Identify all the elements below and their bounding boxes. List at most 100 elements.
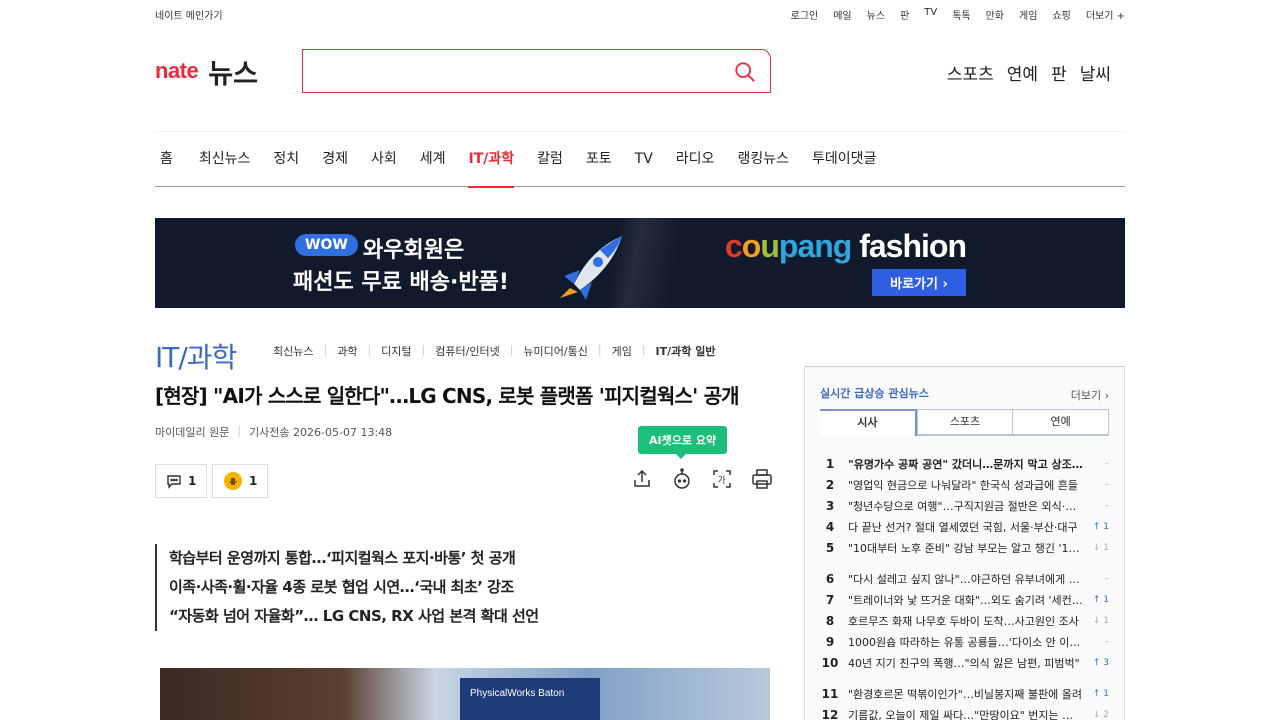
tab-sports[interactable]: 스포츠: [916, 410, 1013, 434]
rank-change-indicator: –: [1104, 573, 1110, 584]
banner-subline: 패션도 무료 배송·반품!: [293, 270, 509, 295]
reaction-count: 1: [249, 474, 258, 488]
nav-it-science[interactable]: IT/과학: [468, 131, 514, 188]
trending-item[interactable]: 11 "환경호르몬 떡볶이인가"…비닐봉지째 불판에 올려 ↑ 1: [820, 683, 1109, 704]
nav-politics[interactable]: 정치: [273, 131, 299, 187]
tab-current-affairs[interactable]: 시사: [820, 409, 917, 436]
nate-main-link[interactable]: 네이트 메인가기: [155, 7, 223, 22]
trending-rank: 7: [825, 592, 835, 607]
text-recognition-icon[interactable]: 가: [711, 468, 733, 490]
trending-headline[interactable]: 1000원숍 따라하는 유통 공룡들…'다이소 안 이긴다': [848, 634, 1083, 650]
article-source[interactable]: 마이데일리 원문: [155, 424, 229, 440]
reaction-button[interactable]: 1: [212, 464, 269, 498]
util-link-news[interactable]: 뉴스: [867, 7, 885, 22]
banner-go-button[interactable]: 바로가기 ›: [872, 269, 966, 296]
nav-world[interactable]: 세계: [420, 131, 446, 187]
header-link-pann[interactable]: 판: [1051, 60, 1067, 85]
comment-button[interactable]: 1: [155, 464, 208, 498]
trending-item[interactable]: 5 "10대부터 노후 준비" 강남 부모는 알고 챙긴 '18세' ↓ 1: [820, 537, 1109, 558]
trending-item[interactable]: 7 "트레이너와 낯 뜨거운 대화"…외도 숨기려 '세컨폰' ↑ 1: [820, 589, 1109, 610]
subnav-it-general[interactable]: IT/과학 일반: [656, 343, 716, 359]
util-link-comics[interactable]: 만화: [986, 7, 1004, 22]
trending-headline[interactable]: 다 끝난 선거? 절대 열세였던 국힘, 서울·부산·대구: [848, 519, 1083, 535]
trending-rank: 12: [821, 707, 839, 720]
rank-change-indicator: –: [1104, 479, 1110, 490]
util-link-login[interactable]: 로그인: [791, 7, 819, 22]
rank-change-indicator: ↑ 1: [1092, 594, 1109, 605]
subnav-newmedia[interactable]: 뉴미디어/통신: [523, 343, 587, 359]
util-link-tv[interactable]: TV: [924, 7, 937, 22]
utility-links: 로그인 메일 뉴스 판 TV 톡톡 만화 게임 쇼핑 더보기 +: [776, 7, 1125, 22]
search-icon[interactable]: [734, 61, 756, 83]
util-link-mail[interactable]: 메일: [833, 7, 851, 22]
trending-item[interactable]: 3 "청년수당으로 여행"…구직지원금 절반은 외식·여가 –: [820, 495, 1109, 516]
article-title: [현장] "AI가 스스로 일한다"…LG CNS, 로봇 플랫폼 '피지컬웍스…: [155, 384, 740, 408]
nav-home[interactable]: 홈: [160, 131, 173, 187]
trending-title: 실시간 급상승 관심뉴스: [820, 387, 929, 400]
trending-tabs: 시사 스포츠 연예: [820, 409, 1109, 436]
util-link-game[interactable]: 게임: [1019, 7, 1037, 22]
header-link-sports[interactable]: 스포츠: [947, 60, 994, 85]
svg-text:가: 가: [718, 475, 726, 486]
nav-column[interactable]: 칼럼: [537, 131, 563, 187]
trending-headline[interactable]: "청년수당으로 여행"…구직지원금 절반은 외식·여가: [848, 498, 1083, 514]
trending-headline[interactable]: 기름값, 오늘이 제일 싸다…"만땅이요" 번지는 사재기: [848, 707, 1083, 720]
section-subnav: 최신뉴스 | 과학 | 디지털 | 컴퓨터/인터넷 | 뉴미디어/통신 | 게임 | IT/…: [273, 343, 716, 359]
trending-item[interactable]: 1 "유명가수 공짜 공연" 갔더니…문까지 막고 상조 홍보 –: [820, 453, 1109, 474]
nate-logo[interactable]: nate: [155, 58, 199, 84]
nav-photo[interactable]: 포토: [586, 131, 612, 187]
nav-tv[interactable]: TV: [635, 131, 653, 187]
trending-headline[interactable]: "트레이너와 낯 뜨거운 대화"…외도 숨기려 '세컨폰': [848, 592, 1083, 608]
trending-item[interactable]: 6 "다시 설레고 싶지 않나"…야근하던 유부녀에게 고백 –: [820, 568, 1109, 589]
ai-summary-tooltip[interactable]: AI챗으로 요약: [638, 426, 728, 459]
rocket-icon: [560, 236, 622, 300]
trending-headline[interactable]: "다시 설레고 싶지 않나"…야근하던 유부녀에게 고백: [848, 571, 1083, 587]
trending-item[interactable]: 9 1000원숍 따라하는 유통 공룡들…'다이소 안 이긴다' –: [820, 631, 1109, 652]
trending-headline[interactable]: 호르무즈 화재 나무호 두바이 도착…사고원인 조사: [848, 613, 1083, 629]
share-icon[interactable]: [631, 468, 653, 490]
nav-ranking[interactable]: 랭킹뉴스: [737, 131, 789, 187]
util-link-toktok[interactable]: 톡톡: [952, 7, 970, 22]
print-icon[interactable]: [751, 468, 773, 490]
trending-item[interactable]: 4 다 끝난 선거? 절대 열세였던 국힘, 서울·부산·대구 ↑ 1: [820, 516, 1109, 537]
subnav-science[interactable]: 과학: [337, 343, 357, 359]
nav-today-comments[interactable]: 투데이댓글: [812, 131, 876, 187]
article-photo[interactable]: PhysicalWorks Baton: [160, 668, 770, 720]
ai-chat-robot-icon[interactable]: [671, 468, 693, 490]
trending-item[interactable]: 10 40년 지기 친구의 폭행…"의식 잃은 남편, 피범벅" ↑ 3: [820, 652, 1109, 673]
trending-item[interactable]: 2 "영업익 현금으로 나눠달라" 한국식 성과급에 흔들 –: [820, 474, 1109, 495]
subnav-digital[interactable]: 디지털: [381, 343, 411, 359]
header-link-entertainment[interactable]: 연예: [1007, 60, 1038, 85]
trending-rank: 6: [825, 571, 835, 586]
trending-headline[interactable]: "유명가수 공짜 공연" 갔더니…문까지 막고 상조 홍보: [848, 456, 1083, 472]
trending-item[interactable]: 12 기름값, 오늘이 제일 싸다…"만땅이요" 번지는 사재기 ↓ 2: [820, 704, 1109, 720]
trending-headline[interactable]: "환경호르몬 떡볶이인가"…비닐봉지째 불판에 올려: [848, 686, 1083, 702]
nav-society[interactable]: 사회: [371, 131, 397, 187]
nav-economy[interactable]: 경제: [322, 131, 348, 187]
rank-change-indicator: ↓ 1: [1092, 542, 1109, 553]
section-header: IT/과학 최신뉴스 | 과학 | 디지털 | 컴퓨터/인터넷 | 뉴미디어/통신 | 게…: [155, 336, 1125, 374]
header-link-weather[interactable]: 날씨: [1080, 60, 1111, 85]
wow-badge: WOW: [295, 234, 358, 256]
tab-entertainment[interactable]: 연예: [1012, 410, 1108, 434]
search-input[interactable]: [303, 50, 723, 92]
trending-rank: 2: [825, 477, 835, 492]
section-title[interactable]: IT/과학: [155, 336, 237, 376]
util-link-more[interactable]: 더보기 +: [1086, 7, 1125, 22]
trending-headline[interactable]: "영업익 현금으로 나눠달라" 한국식 성과급에 흔들: [848, 477, 1083, 493]
trending-item[interactable]: 8 호르무즈 화재 나무호 두바이 도착…사고원인 조사 ↓ 1: [820, 610, 1109, 631]
rank-change-indicator: ↑ 3: [1092, 657, 1109, 668]
nav-radio[interactable]: 라디오: [676, 131, 715, 187]
nav-latest[interactable]: 최신뉴스: [199, 131, 251, 187]
ad-banner[interactable]: WOW 와우회원은 패션도 무료 배송·반품! coupang fashion …: [155, 218, 1125, 308]
subnav-game[interactable]: 게임: [612, 343, 632, 359]
util-link-pann[interactable]: 판: [900, 7, 909, 22]
subnav-latest[interactable]: 최신뉴스: [273, 343, 313, 359]
trending-headline[interactable]: 40년 지기 친구의 폭행…"의식 잃은 남편, 피범벅": [848, 655, 1083, 671]
trending-headline[interactable]: "10대부터 노후 준비" 강남 부모는 알고 챙긴 '18세': [848, 540, 1083, 556]
subnav-computer-internet[interactable]: 컴퓨터/인터넷: [435, 343, 499, 359]
util-link-shopping[interactable]: 쇼핑: [1052, 7, 1070, 22]
rank-change-indicator: ↑ 1: [1092, 521, 1109, 532]
trending-more-link[interactable]: 더보기 ›: [1071, 387, 1109, 403]
news-logo[interactable]: 뉴스: [208, 52, 258, 91]
